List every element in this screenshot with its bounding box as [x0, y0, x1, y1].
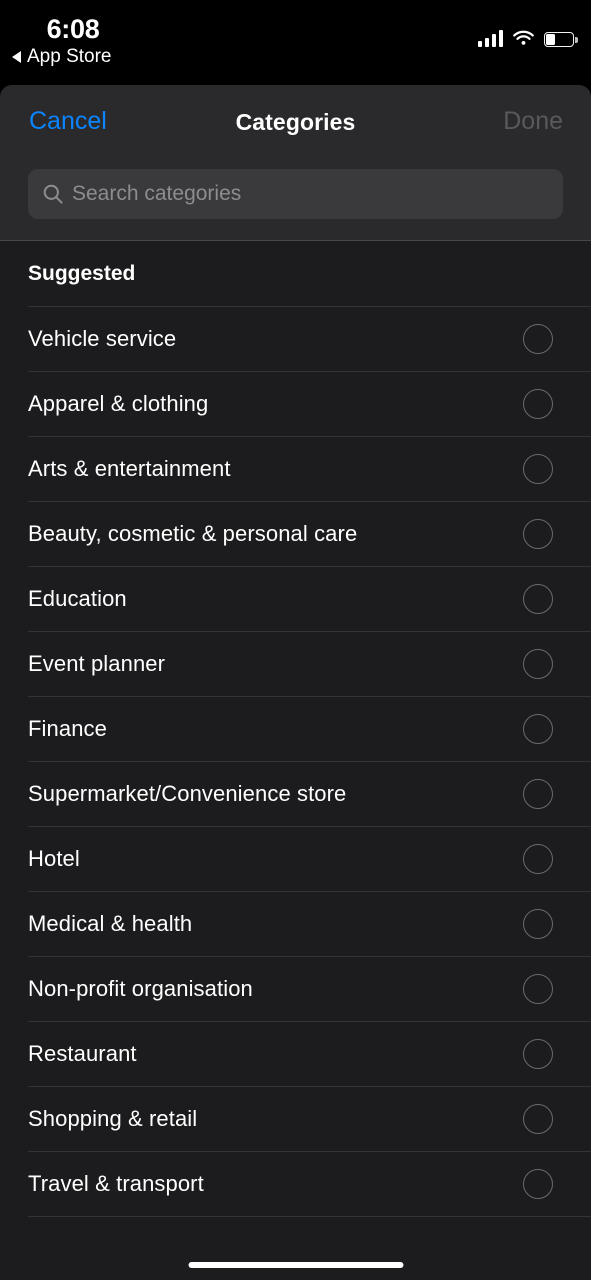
category-select-radio[interactable] [523, 713, 553, 744]
list-bottom-separator [28, 1216, 591, 1217]
category-label: Beauty, cosmetic & personal care [28, 520, 358, 546]
category-label: Non-profit organisation [28, 975, 253, 1001]
back-to-app-store-link[interactable]: App Store [12, 46, 112, 68]
category-select-radio[interactable] [523, 518, 553, 549]
navigation-header: Cancel Categories Done [0, 85, 591, 241]
navigation-bar: Cancel Categories Done [0, 85, 591, 165]
category-list[interactable]: Suggested Vehicle service Apparel & cloth… [0, 241, 591, 1280]
category-label: Supermarket/Convenience store [28, 780, 347, 806]
status-time: 6:08 [46, 14, 100, 44]
category-select-radio[interactable] [523, 648, 553, 679]
category-select-radio[interactable] [523, 1103, 553, 1134]
category-row[interactable]: Apparel & clothing [0, 371, 591, 436]
category-row[interactable]: Event planner [0, 631, 591, 696]
phone-screen: 6:08 App Store Cancel Categories Done Se… [0, 0, 591, 1280]
category-row[interactable]: Shopping & retail [0, 1086, 591, 1151]
category-select-radio[interactable] [523, 973, 553, 1004]
home-indicator [188, 1262, 403, 1268]
done-button[interactable]: Done [503, 107, 563, 136]
section-header-suggested: Suggested [28, 261, 136, 285]
category-select-radio[interactable] [523, 1038, 553, 1069]
category-rows: Vehicle service Apparel & clothing Arts & … [0, 306, 591, 1217]
category-label: Apparel & clothing [28, 390, 209, 416]
category-select-radio[interactable] [523, 778, 553, 809]
category-select-radio[interactable] [523, 583, 553, 614]
categories-sheet: Cancel Categories Done Suggested Vehicle… [0, 85, 591, 1280]
category-label: Event planner [28, 650, 166, 676]
category-label: Finance [28, 715, 107, 741]
category-row[interactable]: Hotel [0, 826, 591, 891]
back-link-label: App Store [27, 46, 112, 67]
category-row[interactable]: Supermarket/Convenience store [0, 761, 591, 826]
category-select-radio[interactable] [523, 908, 553, 939]
search-input[interactable] [72, 182, 563, 206]
category-row[interactable]: Restaurant [0, 1021, 591, 1086]
category-label: Vehicle service [28, 325, 177, 351]
wifi-icon [512, 30, 535, 47]
category-row[interactable]: Arts & entertainment [0, 436, 591, 501]
category-row[interactable]: Education [0, 566, 591, 631]
battery-icon [544, 32, 578, 47]
category-row[interactable]: Beauty, cosmetic & personal care [0, 501, 591, 566]
category-row[interactable]: Finance [0, 696, 591, 761]
category-row[interactable]: Non-profit organisation [0, 956, 591, 1021]
category-label: Travel & transport [28, 1170, 204, 1196]
category-select-radio[interactable] [523, 388, 553, 419]
status-bar: 6:08 App Store [0, 0, 591, 85]
category-select-radio[interactable] [523, 1168, 553, 1199]
category-label: Hotel [28, 845, 80, 871]
category-label: Arts & entertainment [28, 455, 231, 481]
category-select-radio[interactable] [523, 453, 553, 484]
category-select-radio[interactable] [523, 843, 553, 874]
category-label: Restaurant [28, 1040, 137, 1066]
category-label: Education [28, 585, 127, 611]
category-row[interactable]: Medical & health [0, 891, 591, 956]
category-row[interactable]: Travel & transport [0, 1151, 591, 1216]
category-select-radio[interactable] [523, 323, 553, 354]
category-row[interactable]: Vehicle service [0, 306, 591, 371]
search-field[interactable] [28, 169, 563, 219]
status-icons [477, 25, 578, 47]
triangle-left-icon [12, 51, 21, 63]
category-label: Shopping & retail [28, 1105, 198, 1131]
category-label: Medical & health [28, 910, 193, 936]
search-icon [42, 183, 64, 205]
cellular-signal-icon [477, 30, 503, 47]
